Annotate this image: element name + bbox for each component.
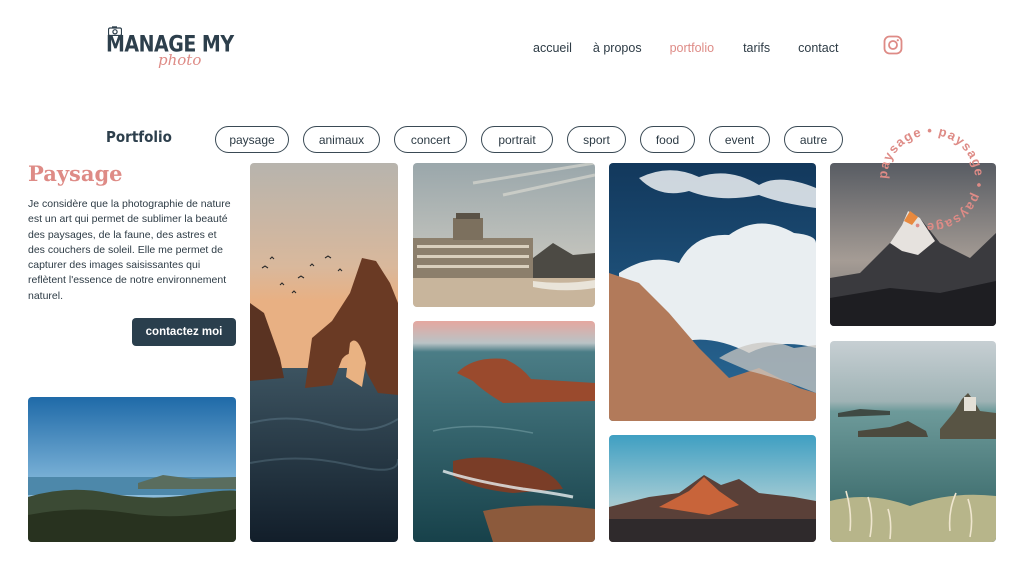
badge-text: paysage • paysage • paysage • [875,123,987,235]
nav-contact[interactable]: contact [798,41,838,55]
photo-sea-rocks[interactable] [413,321,595,542]
nav-a-propos[interactable]: à propos [593,41,642,55]
filter-food[interactable]: food [640,126,695,153]
portfolio-heading: Portfolio [106,128,172,146]
photo-bay-islets[interactable] [830,341,996,542]
photo-beach-hotel[interactable] [413,163,595,307]
nav-accueil[interactable]: accueil [533,41,572,55]
svg-text:paysage • paysage • paysage •: paysage • paysage • paysage • [875,123,987,235]
filter-paysage[interactable]: paysage [215,126,289,153]
instagram-icon[interactable] [883,35,903,55]
category-title: Paysage [28,161,123,186]
nav-tarifs[interactable]: tarifs [743,41,770,55]
logo[interactable]: MANAGE MY photo [106,26,234,72]
photo-mountain-sunset[interactable] [609,435,816,542]
nav-portfolio[interactable]: portfolio [670,41,714,55]
logo-subtext: photo [158,51,202,69]
contact-button[interactable]: contactez moi [132,318,236,346]
filter-concert[interactable]: concert [394,126,467,153]
photo-coast-panorama[interactable] [28,397,236,542]
filter-sport[interactable]: sport [567,126,626,153]
filter-autre[interactable]: autre [784,126,843,153]
main-nav: accueil à propos portfolio tarifs contac… [533,40,838,56]
photo-sea-arch[interactable] [250,163,398,542]
filter-animaux[interactable]: animaux [303,126,380,153]
category-description: Je considère que la photographie de natu… [28,198,231,302]
filter-event[interactable]: event [709,126,770,153]
photo-clouds-cliff[interactable] [609,163,816,421]
category-badge: paysage • paysage • paysage • [875,123,987,235]
filter-portrait[interactable]: portrait [481,126,553,153]
